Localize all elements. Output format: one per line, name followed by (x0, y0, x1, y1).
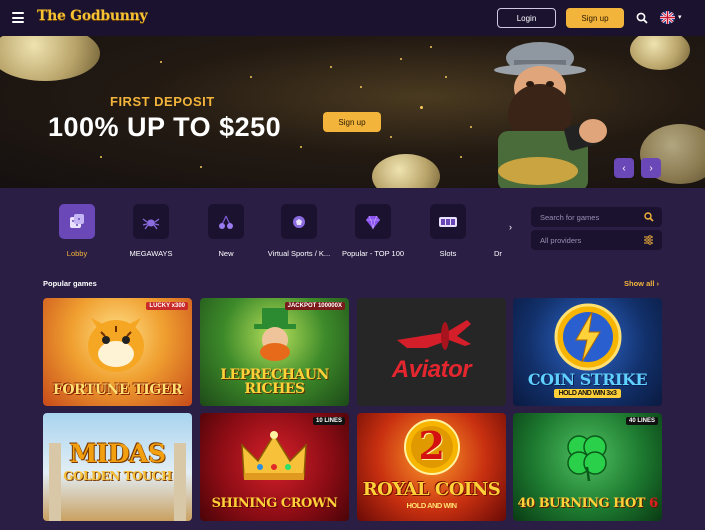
game-card-shining-crown[interactable]: 10 LINES SHINING CROWN (200, 413, 349, 521)
providers-label: All providers (540, 236, 582, 245)
game-subtitle: GOLDEN TOUCH (63, 469, 172, 483)
game-card-40-burning-hot-6[interactable]: 40 LINES 40 BURNING HOT 6 (513, 413, 662, 521)
clover-image (567, 435, 607, 482)
banner-signup-button[interactable]: Sign up (323, 112, 381, 132)
game-card-leprechaun-riches[interactable]: JACKPOT 100000X LEPRECHAUN RICHES (200, 298, 349, 406)
chevron-down-icon[interactable]: ▾ (678, 13, 682, 21)
game-title: FORTUNE TIGER (52, 382, 183, 398)
game-search-input[interactable] (540, 210, 640, 224)
game-card-royal-coins-2[interactable]: 2 ROYAL COINS HOLD AND WIN (357, 413, 506, 521)
game-badge: 10 LINES (312, 417, 345, 425)
cherries-icon (219, 215, 233, 229)
game-card-fortune-tiger[interactable]: LUCKY x300 FORTUNE TIGER (43, 298, 192, 406)
providers-dropdown[interactable]: All providers (531, 230, 662, 250)
show-all-link[interactable]: Show all › (624, 279, 659, 288)
search-icon[interactable] (644, 212, 654, 222)
coin-lightning-image (554, 303, 622, 371)
game-title: ROYAL COINS (362, 479, 501, 500)
dice-icon (70, 213, 84, 228)
promo-banner: FIRST DEPOSIT 100% UP TO $250 Sign up ‹ … (0, 36, 705, 188)
coin-decoration (372, 154, 440, 188)
game-card-midas-golden-touch[interactable]: MIDAS GOLDEN TOUCH (43, 413, 192, 521)
airplane-image (397, 320, 471, 350)
spider-icon (142, 218, 160, 229)
top-header: The Godbunny Login Sign up ▾ (0, 0, 705, 36)
signup-button[interactable]: Sign up (566, 8, 624, 28)
game-title: LEPRECHAUN RICHES (220, 367, 329, 397)
pirate-character-image (494, 42, 607, 188)
game-card-aviator[interactable]: Aviator (357, 298, 506, 406)
coin-decoration (630, 36, 690, 70)
banner-prev-button[interactable]: ‹ (614, 158, 634, 178)
game-badge: 40 LINES (625, 417, 658, 425)
banner-amount: 100% UP TO $250 (48, 112, 282, 142)
login-button[interactable]: Login (497, 8, 556, 28)
game-title: Aviator (391, 356, 472, 383)
game-card-coin-strike[interactable]: COIN STRIKE HOLD AND WIN 3x3 (513, 298, 662, 406)
site-logo[interactable]: The Godbunny (37, 8, 148, 24)
game-title: COIN STRIKE (527, 370, 648, 389)
game-badge: JACKPOT 100000X (284, 302, 345, 310)
uk-flag-icon[interactable] (660, 11, 675, 24)
filter-icon[interactable] (643, 235, 654, 245)
menu-icon[interactable] (12, 12, 24, 23)
game-subtitle: HOLD AND WIN 3x3 (553, 389, 622, 398)
search-icon[interactable] (636, 12, 648, 24)
crown-image (241, 431, 307, 480)
banner-title: FIRST DEPOSIT (110, 94, 215, 109)
leprechaun-image (254, 308, 296, 361)
game-title: 40 BURNING HOT (517, 496, 645, 511)
tiger-image (88, 318, 144, 372)
game-number: 2 (418, 423, 445, 468)
game-title: SHINING CROWN (211, 496, 338, 511)
virtual-sports-icon (293, 215, 305, 228)
category-label: Dr (494, 249, 502, 258)
game-subtitle: HOLD AND WIN (406, 501, 457, 510)
diamond-icon (366, 215, 380, 229)
game-title: MIDAS (69, 439, 167, 468)
banner-next-button[interactable]: › (641, 158, 661, 178)
game-number: 6 (649, 496, 658, 511)
game-badge: LUCKY x300 (146, 302, 188, 310)
slot-machine-icon (439, 216, 457, 227)
section-title: Popular games (43, 279, 97, 288)
coin-decoration (0, 36, 100, 81)
categories-next-arrow[interactable]: › (509, 222, 512, 232)
game-search-field[interactable] (531, 207, 662, 227)
